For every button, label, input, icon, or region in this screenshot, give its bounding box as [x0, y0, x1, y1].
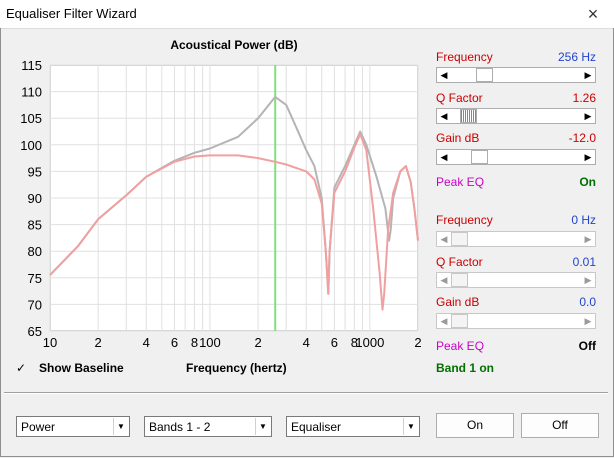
arrow-left-icon[interactable]: ◀ — [437, 150, 451, 164]
y-tick-label: 65 — [28, 324, 42, 339]
x-tick-label: 6 — [331, 335, 338, 350]
chevron-down-icon[interactable]: ▼ — [255, 418, 270, 435]
y-tick-label: 80 — [28, 244, 42, 259]
band2-state: Off — [578, 339, 596, 353]
x-tick-label: 8 — [191, 335, 198, 350]
bands-combo-value: Bands 1 - 2 — [149, 420, 211, 434]
band2-frequency-slider[interactable]: ◀ ▶ — [436, 231, 596, 247]
band2-gain-value: 0.0 — [579, 295, 596, 309]
chevron-down-icon[interactable]: ▼ — [113, 418, 128, 435]
status-text: Band 1 on — [436, 361, 495, 375]
slider-thumb[interactable] — [471, 150, 489, 164]
y-tick-label: 85 — [28, 218, 42, 233]
mode-combo[interactable]: Equaliser ▼ — [286, 416, 420, 437]
separator — [4, 392, 608, 394]
band2-q-factor-label: Q Factor — [436, 255, 483, 269]
y-tick-label: 105 — [20, 111, 42, 126]
bands-combo[interactable]: Bands 1 - 2 ▼ — [144, 416, 272, 437]
band1-frequency-label: Frequency — [436, 50, 493, 64]
band2-type-label: Peak EQ — [436, 339, 485, 353]
band2-frequency-label: Frequency — [436, 213, 493, 227]
band1-type-label: Peak EQ — [436, 175, 485, 189]
band1-frequency-slider[interactable]: ◀ ▶ — [436, 67, 596, 83]
band2-gain-slider[interactable]: ◀ ▶ — [436, 313, 596, 329]
slider-thumb[interactable] — [451, 232, 468, 246]
band1-q-factor-label: Q Factor — [436, 91, 483, 105]
x-tick-label: 4 — [143, 335, 150, 350]
x-tick-label: 1000 — [355, 335, 384, 350]
arrow-right-icon[interactable]: ▶ — [581, 68, 595, 82]
mode-combo-value: Equaliser — [291, 420, 342, 434]
band2-frequency-value: 0 Hz — [571, 213, 596, 227]
y-tick-label: 90 — [28, 191, 42, 206]
x-axis-label: Frequency (hertz) — [186, 361, 287, 375]
x-tick-label: 6 — [171, 335, 178, 350]
band1-gain-slider[interactable]: ◀ ▶ — [436, 149, 596, 165]
y-tick-label: 75 — [28, 271, 42, 286]
y-tick-label: 95 — [28, 164, 42, 179]
arrow-right-icon[interactable]: ▶ — [581, 232, 595, 246]
arrow-right-icon[interactable]: ▶ — [581, 314, 595, 328]
power-combo-value: Power — [21, 420, 56, 434]
band1-q-factor-slider[interactable]: ◀ ▶ — [436, 108, 596, 124]
x-tick-label: 2 — [254, 335, 261, 350]
y-tick-label: 100 — [20, 138, 42, 153]
arrow-left-icon[interactable]: ◀ — [437, 68, 451, 82]
arrow-left-icon[interactable]: ◀ — [437, 273, 451, 287]
band1-q-factor-value: 1.26 — [572, 91, 596, 105]
arrow-left-icon[interactable]: ◀ — [437, 314, 451, 328]
y-tick-label: 115 — [21, 58, 42, 73]
slider-thumb[interactable] — [451, 314, 468, 328]
off-button[interactable]: Off — [521, 413, 599, 438]
slider-thumb[interactable] — [451, 273, 468, 287]
band1-gain-value: -12.0 — [568, 131, 596, 145]
slider-thumb[interactable] — [475, 68, 493, 82]
y-tick-label: 70 — [28, 297, 42, 312]
show-baseline-label[interactable]: Show Baseline — [39, 361, 124, 375]
band2-q-factor-value: 0.01 — [572, 255, 596, 269]
y-tick-label: 110 — [21, 85, 42, 100]
band1-gain-label: Gain dB — [436, 131, 480, 145]
power-combo[interactable]: Power ▼ — [16, 416, 130, 437]
chevron-down-icon[interactable]: ▼ — [403, 418, 418, 435]
show-baseline-checkbox[interactable]: ✓ — [16, 362, 28, 374]
band1-state: On — [579, 175, 596, 189]
x-tick-label: 100 — [199, 335, 221, 350]
band2-gain-label: Gain dB — [436, 295, 480, 309]
x-tick-label: 10 — [43, 335, 57, 350]
arrow-right-icon[interactable]: ▶ — [581, 109, 595, 123]
arrow-right-icon[interactable]: ▶ — [581, 150, 595, 164]
band1-frequency-value: 256 Hz — [557, 50, 596, 64]
band2-q-factor-slider[interactable]: ◀ ▶ — [436, 272, 596, 288]
x-tick-label: 2 — [414, 335, 421, 350]
arrow-right-icon[interactable]: ▶ — [581, 273, 595, 287]
on-button[interactable]: On — [436, 413, 514, 438]
slider-thumb[interactable] — [460, 109, 478, 123]
x-tick-label: 2 — [95, 335, 102, 350]
arrow-left-icon[interactable]: ◀ — [437, 109, 451, 123]
x-tick-label: 4 — [303, 335, 310, 350]
arrow-left-icon[interactable]: ◀ — [437, 232, 451, 246]
